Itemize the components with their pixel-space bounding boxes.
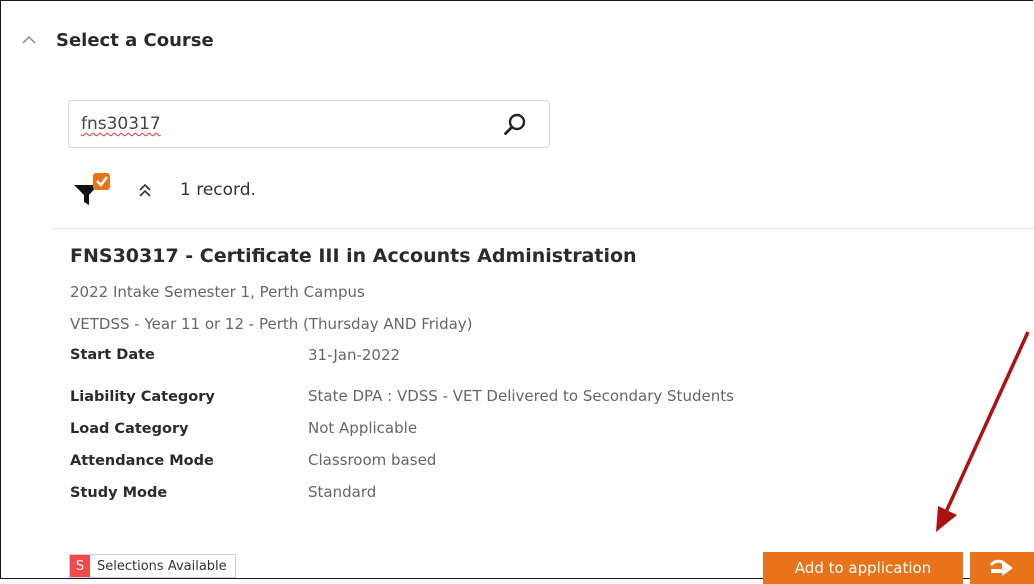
chevron-up-icon[interactable]	[20, 31, 38, 49]
course-title: FNS30317 - Certificate III in Accounts A…	[70, 245, 637, 267]
section-title: Select a Course	[56, 29, 214, 51]
add-to-application-button[interactable]: Add to application	[763, 552, 963, 584]
course-intake: 2022 Intake Semester 1, Perth Campus	[70, 283, 365, 301]
status-badge: S Selections Available	[69, 554, 236, 578]
divider	[52, 228, 1034, 229]
forward-arrow-icon	[989, 559, 1013, 576]
forward-button[interactable]	[970, 552, 1034, 584]
detail-label-study-mode: Study Mode	[70, 485, 168, 501]
detail-value-attendance-mode: Classroom based	[308, 451, 437, 469]
section-header[interactable]: Select a Course	[20, 25, 214, 55]
double-chevron-up-icon[interactable]	[136, 181, 154, 199]
search-icon[interactable]	[503, 113, 527, 137]
detail-label-liability-category: Liability Category	[70, 389, 215, 405]
badge-text: Selections Available	[97, 558, 227, 574]
search-input[interactable]: fns30317	[68, 100, 550, 148]
detail-value-start-date: 31-Jan-2022	[308, 346, 401, 364]
detail-value-load-category: Not Applicable	[308, 419, 418, 437]
detail-value-study-mode: Standard	[308, 483, 377, 501]
detail-label-start-date: Start Date	[70, 347, 155, 363]
course-program: VETDSS - Year 11 or 12 - Perth (Thursday…	[70, 315, 473, 333]
detail-label-attendance-mode: Attendance Mode	[70, 453, 214, 469]
detail-label-load-category: Load Category	[70, 421, 189, 437]
detail-value-liability-category: State DPA : VDSS - VET Delivered to Seco…	[308, 387, 734, 405]
badge-letter: S	[70, 555, 90, 577]
filter-icon[interactable]	[72, 171, 112, 209]
search-input-value[interactable]: fns30317	[81, 114, 161, 134]
results-toolbar: 1 record.	[72, 172, 256, 208]
record-count: 1 record.	[180, 180, 256, 200]
